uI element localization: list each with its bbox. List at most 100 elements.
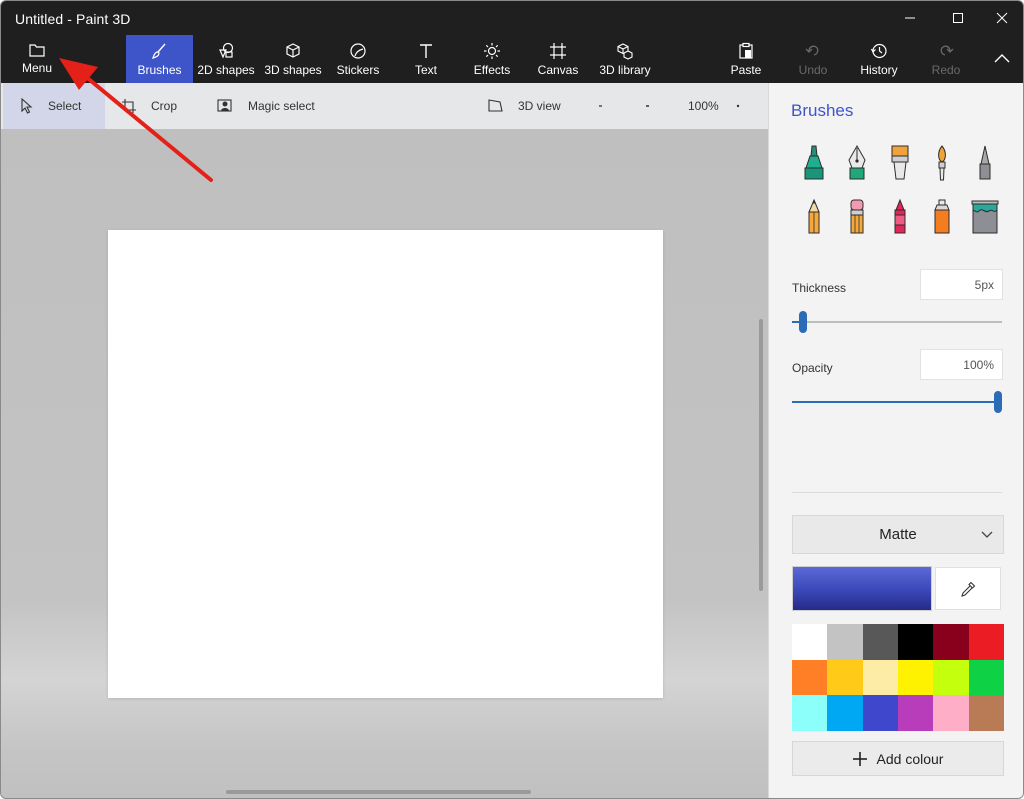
maximize-button[interactable] <box>935 1 981 35</box>
vertical-scrollbar[interactable] <box>759 319 763 591</box>
colour-swatch[interactable] <box>933 659 969 696</box>
spray-can-tool[interactable] <box>924 195 960 239</box>
tab-text[interactable]: Text <box>406 35 446 83</box>
tab-text-label: Text <box>414 63 437 77</box>
tab-3d-shapes[interactable]: 3D shapes <box>262 35 324 83</box>
magic-select-tool[interactable]: Magic select <box>215 83 315 129</box>
brush-icon <box>151 43 166 59</box>
oil-brush-tool[interactable] <box>882 141 918 185</box>
crayon-tool[interactable] <box>882 195 918 239</box>
pixel-pen-tool[interactable] <box>967 141 1003 185</box>
calligraphy-pen-icon <box>848 144 866 180</box>
3d-view-label: 3D view <box>518 99 561 113</box>
fill-tool[interactable] <box>967 195 1003 239</box>
2d-shapes-icon <box>219 42 234 59</box>
workspace <box>1 129 768 798</box>
horizontal-scrollbar[interactable] <box>226 790 531 794</box>
opacity-input[interactable]: 100% <box>920 349 1003 380</box>
minimize-icon <box>905 17 915 19</box>
tab-effects[interactable]: Effects <box>470 35 514 83</box>
colour-swatch[interactable] <box>862 695 898 731</box>
ribbon-toolbar: Menu Brushes 2D shapes 3D shapes Sticker… <box>1 35 1023 83</box>
drawing-canvas[interactable] <box>108 230 663 698</box>
pencil-tool[interactable] <box>796 195 832 239</box>
3d-view-icon <box>488 99 503 112</box>
colour-swatch[interactable] <box>827 659 863 696</box>
eraser-icon <box>850 199 864 234</box>
tab-brushes[interactable]: Brushes <box>126 35 193 83</box>
colour-swatch[interactable] <box>968 659 1004 696</box>
text-icon <box>420 44 432 58</box>
undo-button[interactable]: Undo <box>794 35 832 83</box>
opacity-slider-thumb[interactable] <box>994 391 1002 413</box>
redo-label: Redo <box>931 63 961 77</box>
colour-swatch[interactable] <box>862 659 898 696</box>
zoom-out-button[interactable] <box>598 83 616 129</box>
3d-view-toggle[interactable]: 3D view <box>487 83 561 129</box>
fill-icon <box>971 200 999 234</box>
opacity-slider[interactable] <box>792 391 1002 413</box>
colour-swatch[interactable] <box>827 624 863 660</box>
add-colour-button[interactable]: Add colour <box>792 741 1004 776</box>
crop-label: Crop <box>151 99 178 113</box>
paste-icon <box>739 42 753 59</box>
current-colour-swatch[interactable] <box>792 566 932 611</box>
colour-swatch[interactable] <box>897 695 934 731</box>
finish-dropdown[interactable]: Matte <box>792 515 1004 554</box>
collapse-ribbon-button[interactable] <box>987 35 1017 83</box>
thickness-input[interactable]: 5px <box>920 269 1003 300</box>
thickness-label: Thickness <box>792 281 847 295</box>
history-label: History <box>860 63 898 77</box>
opacity-slider-fill <box>792 401 998 403</box>
brushes-panel: Brushes Thickness 5px Opacity 100% Matte… <box>768 83 1023 798</box>
eraser-tool[interactable] <box>839 195 875 239</box>
colour-swatch[interactable] <box>933 624 969 660</box>
minimize-button[interactable] <box>887 1 933 35</box>
tab-canvas[interactable]: Canvas <box>536 35 580 83</box>
history-button[interactable]: History <box>856 35 902 83</box>
zoom-in-button[interactable] <box>645 83 663 129</box>
tab-3d-library[interactable]: 3D library <box>596 35 654 83</box>
paint3d-window: Untitled - Paint 3D Menu Brushes 2D shap… <box>0 0 1024 799</box>
tab-2d-shapes-label: 2D shapes <box>197 63 255 77</box>
colour-swatch[interactable] <box>968 624 1004 660</box>
tab-stickers[interactable]: Stickers <box>334 35 382 83</box>
thickness-slider[interactable] <box>792 311 1002 333</box>
cube-icon <box>286 43 300 58</box>
thickness-slider-thumb[interactable] <box>798 311 807 333</box>
tab-2d-shapes[interactable]: 2D shapes <box>196 35 256 83</box>
pixel-pen-icon <box>979 145 991 180</box>
paste-button[interactable]: Paste <box>727 35 765 83</box>
menu-button[interactable]: Menu <box>12 35 62 83</box>
select-tool[interactable]: Select <box>3 83 105 129</box>
calligraphy-pen-tool[interactable] <box>839 141 875 185</box>
colour-swatch[interactable] <box>897 624 934 660</box>
tab-canvas-label: Canvas <box>537 63 579 77</box>
colour-swatch[interactable] <box>792 695 828 731</box>
close-button[interactable] <box>979 1 1023 35</box>
more-options-button[interactable] <box>736 83 754 129</box>
colour-swatch[interactable] <box>968 695 1004 731</box>
watercolor-tool[interactable] <box>924 141 960 185</box>
eyedropper-button[interactable] <box>935 567 1001 610</box>
crayon-icon <box>894 198 906 234</box>
folder-icon <box>29 44 45 57</box>
title-bar: Untitled - Paint 3D <box>1 1 1023 35</box>
colour-swatch[interactable] <box>792 624 828 660</box>
redo-button[interactable]: Redo <box>927 35 965 83</box>
tab-brushes-label: Brushes <box>137 63 182 77</box>
crop-tool[interactable]: Crop <box>119 83 177 129</box>
colour-swatch[interactable] <box>827 695 863 731</box>
zoom-level[interactable]: 100% <box>688 83 719 129</box>
panel-title: Brushes <box>791 101 854 120</box>
canvas-icon <box>550 43 566 59</box>
colour-swatch[interactable] <box>897 659 934 696</box>
marker-tool[interactable] <box>796 141 832 185</box>
chevron-down-icon <box>981 531 993 538</box>
colour-palette <box>792 624 1004 731</box>
history-icon <box>870 43 887 59</box>
colour-swatch[interactable] <box>933 695 969 731</box>
select-label: Select <box>48 99 82 113</box>
colour-swatch[interactable] <box>862 624 898 660</box>
colour-swatch[interactable] <box>792 659 828 696</box>
